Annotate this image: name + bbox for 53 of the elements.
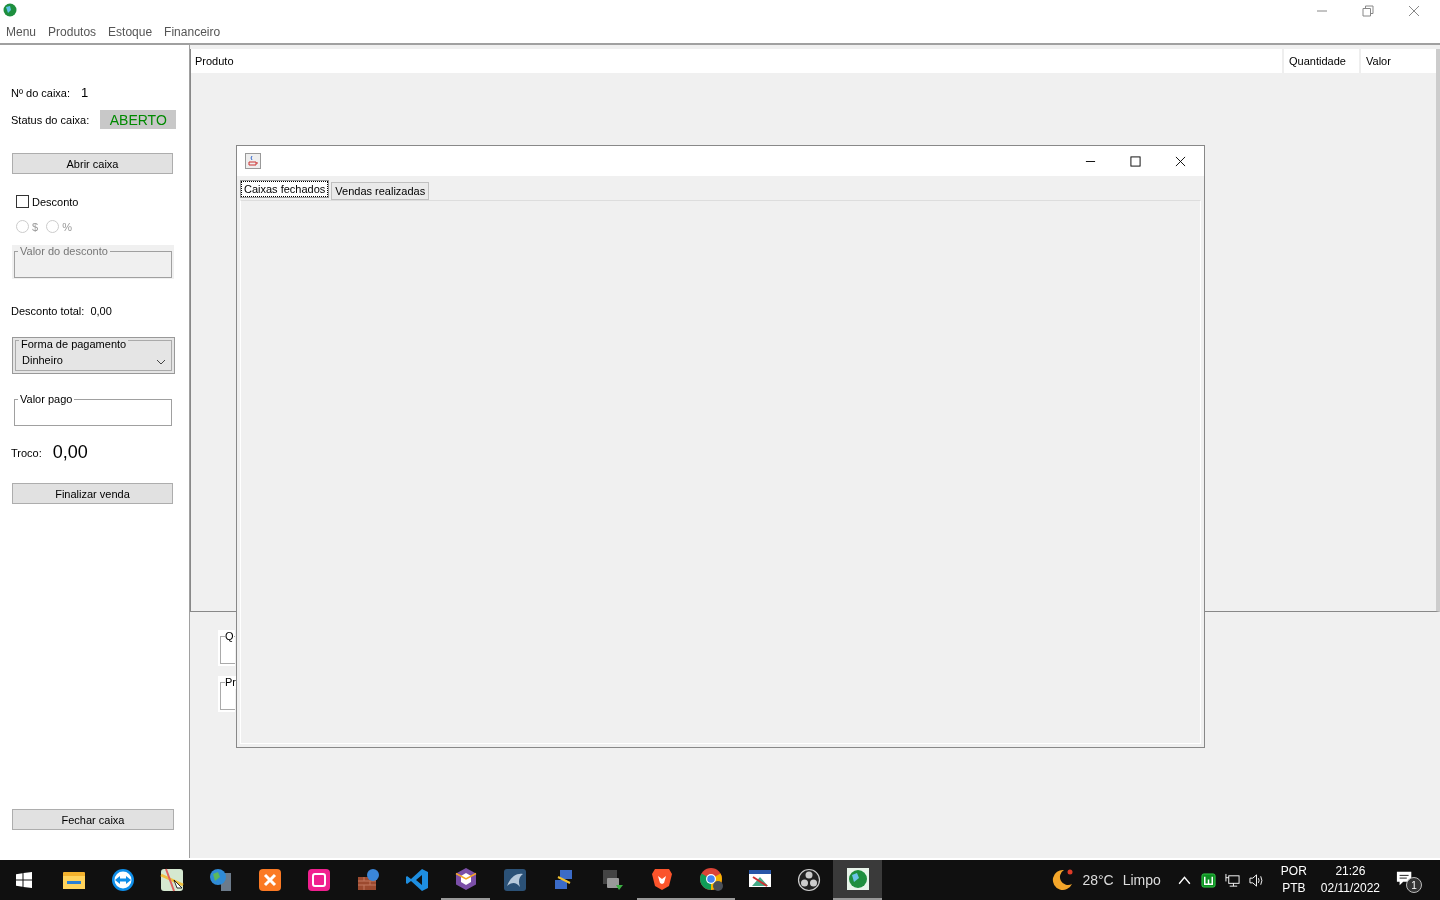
open-button[interactable]: Abrir caixa — [12, 153, 173, 174]
weather-condition[interactable]: Limpo — [1122, 872, 1161, 888]
tab[interactable]: Caixas fechados — [240, 180, 330, 198]
globe-server-icon — [208, 868, 233, 892]
finish-sale-button[interactable]: Finalizar venda — [12, 483, 173, 504]
column-header[interactable]: Quantidade — [1282, 49, 1359, 73]
restore-icon[interactable] — [1362, 5, 1374, 17]
browser-icon — [698, 867, 723, 891]
map-icon — [159, 868, 184, 892]
network-icon[interactable] — [1224, 872, 1240, 888]
menu-item[interactable]: Produtos — [48, 25, 97, 43]
shield-icon — [649, 867, 674, 891]
cube-icon — [453, 867, 478, 891]
code-editor-icon — [404, 868, 429, 892]
status-value: ABERTO — [100, 110, 177, 129]
close-register-button[interactable]: Fechar caixa — [12, 809, 174, 830]
change-value: 0,00 — [52, 442, 88, 463]
menu-item[interactable]: Estoque — [108, 25, 153, 43]
change-label: Troco: — [11, 446, 42, 459]
moon-icon[interactable] — [1050, 868, 1075, 892]
payment-dropdown[interactable]: Forma de pagamento Dinheiro — [12, 337, 175, 374]
discount-checkbox[interactable]: Desconto — [16, 195, 79, 208]
square-logo-icon — [257, 868, 282, 892]
language-indicator[interactable]: POR PTB — [1280, 863, 1307, 897]
maximize-icon[interactable] — [1130, 155, 1141, 167]
app-tray-icon[interactable] — [1200, 872, 1216, 888]
caixa-number: 1 — [81, 85, 89, 100]
total-discount-value: 0,00 — [90, 305, 112, 317]
status-label: Status do caixa: — [11, 113, 90, 126]
menu-item[interactable]: Financeiro — [164, 25, 221, 43]
weather-temperature[interactable]: 28°C — [1082, 872, 1114, 888]
brick-wall-icon — [355, 868, 380, 892]
speaker-icon[interactable] — [1248, 872, 1264, 888]
column-header[interactable]: Produto — [191, 49, 1282, 73]
menu-item[interactable]: Menu — [6, 25, 37, 43]
column-header[interactable]: Valor — [1359, 49, 1436, 73]
tab[interactable]: Vendas realizadas — [331, 182, 430, 200]
close-icon[interactable] — [1175, 155, 1186, 167]
caret-icon — [156, 359, 166, 365]
globe-icon — [3, 3, 17, 17]
windows-icon[interactable] — [16, 872, 32, 888]
arrows-circle-icon — [110, 868, 135, 892]
square-logo-icon — [306, 868, 331, 892]
input-field[interactable]: Q — [218, 630, 235, 666]
caixa-label: Nº do caixa: — [11, 86, 71, 99]
taskbar-button[interactable] — [833, 860, 882, 900]
total-discount-label: Desconto total: — [11, 305, 85, 317]
record-circle-icon — [796, 868, 821, 892]
input-field[interactable]: Pr — [218, 676, 235, 712]
notification-count: 1 — [1406, 877, 1422, 893]
clock[interactable]: 21:26 02/11/2022 — [1320, 863, 1380, 897]
paid-field[interactable]: Valor pago — [12, 393, 174, 427]
globe-icon — [845, 867, 870, 891]
